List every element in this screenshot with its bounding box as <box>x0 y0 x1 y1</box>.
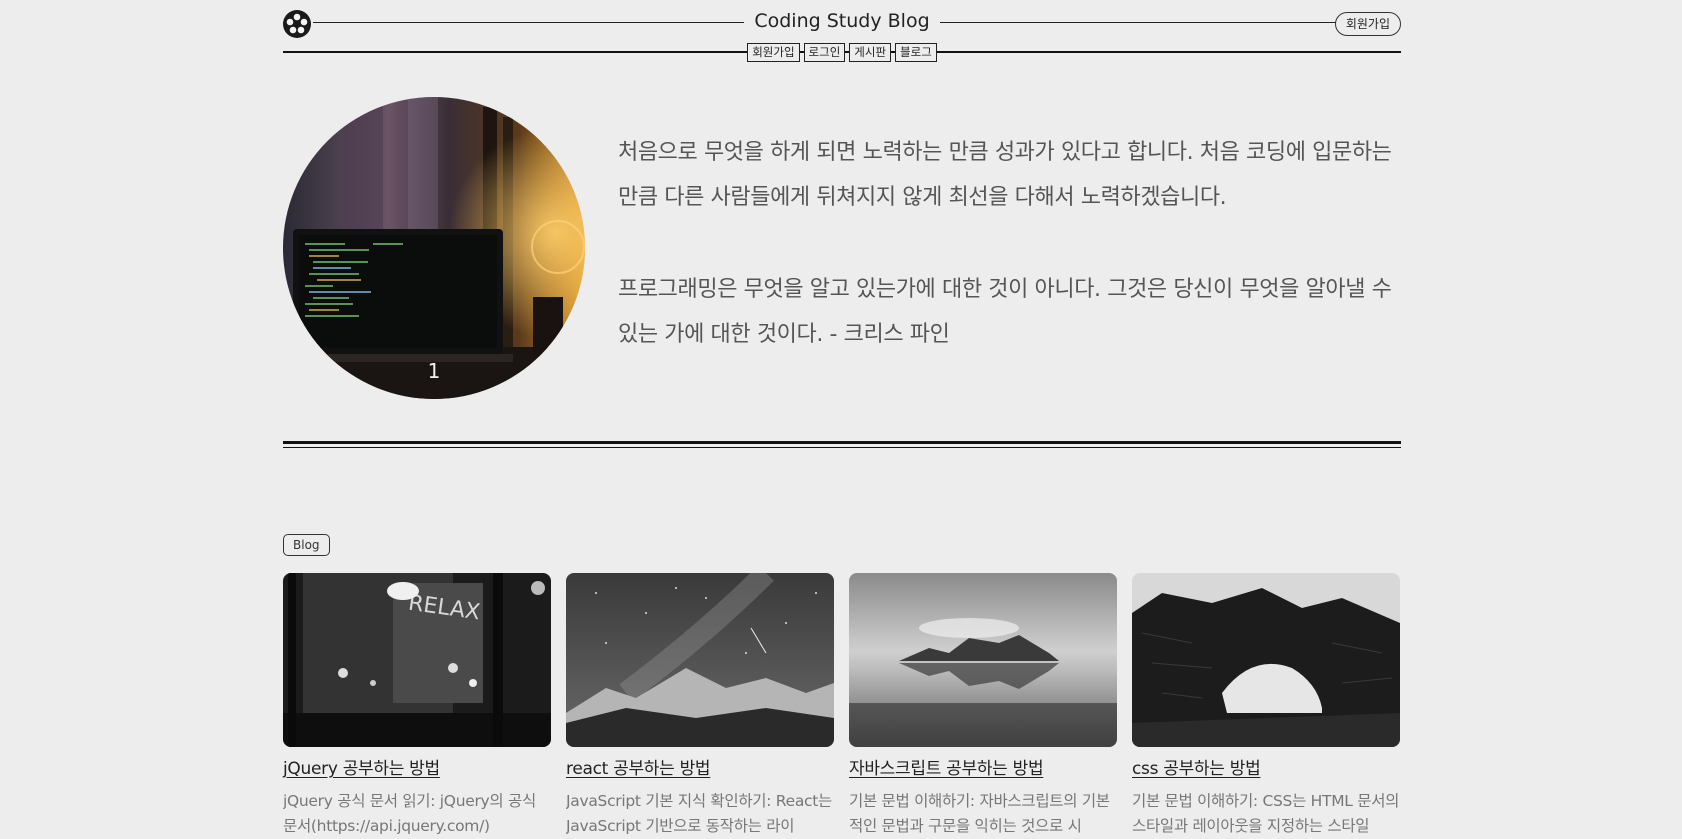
blog-card[interactable]: 자바스크립트 공부하는 방법 기본 문법 이해하기: 자바스크립트의 기본적인 … <box>849 573 1117 839</box>
section-divider-thick <box>283 441 1401 444</box>
blog-card-excerpt: JavaScript 기본 지식 확인하기: React는 JavaScript… <box>566 792 832 835</box>
blog-badge: Blog <box>283 534 330 556</box>
blog-card[interactable]: RELAX jQuery 공부하는 방법 jQuery 공식 문서 읽기: jQ… <box>283 573 551 839</box>
intro-paragraph: 처음으로 무엇을 하게 되면 노력하는 만큼 성과가 있다고 합니다. 처음 코… <box>618 140 1392 210</box>
nav-item-blog[interactable]: 블로그 <box>895 43 937 62</box>
quote-paragraph: 프로그래밍은 무엇을 알고 있는가에 대한 것이 아니다. 그것은 당신이 무엇… <box>618 277 1392 347</box>
nav-item-signup[interactable]: 회원가입 <box>747 43 800 62</box>
section-divider-thin <box>283 447 1401 448</box>
intro-text: 처음으로 무엇을 하게 되면 노력하는 만큼 성과가 있다고 합니다. 처음 코… <box>618 130 1401 404</box>
blog-card-excerpt: jQuery 공식 문서 읽기: jQuery의 공식 문서(https://a… <box>283 792 536 835</box>
blog-card-title[interactable]: 자바스크립트 공부하는 방법 <box>849 754 1117 779</box>
blog-card-excerpt: 기본 문법 이해하기: CSS는 HTML 문서의 스타일과 레이아웃을 지정하… <box>1132 792 1400 835</box>
page: Coding Study Blog 회원가입 회원가입 로그인 게시판 블로그 <box>283 0 1401 835</box>
laptop-photo <box>283 97 585 399</box>
slide-counter: 1 <box>427 359 441 383</box>
mountain-night-photo <box>566 573 834 747</box>
blog-card-title[interactable]: css 공부하는 방법 <box>1132 754 1400 779</box>
flower-logo-icon[interactable] <box>283 10 311 38</box>
site-header: Coding Study Blog 회원가입 회원가입 로그인 게시판 블로그 <box>283 0 1401 66</box>
blog-card[interactable]: react 공부하는 방법 JavaScript 기본 지식 확인하기: Rea… <box>566 573 834 839</box>
site-title: Coding Study Blog <box>283 10 1401 32</box>
nav-item-board[interactable]: 게시판 <box>849 43 892 62</box>
rock-arch-photo <box>1132 573 1400 747</box>
blog-card[interactable]: css 공부하는 방법 기본 문법 이해하기: CSS는 HTML 문서의 스타… <box>1132 573 1400 839</box>
signup-button[interactable]: 회원가입 <box>1334 12 1401 36</box>
blog-card-title[interactable]: jQuery 공부하는 방법 <box>283 754 551 779</box>
nav-item-login[interactable]: 로그인 <box>803 43 846 62</box>
blog-card-list: RELAX jQuery 공부하는 방법 jQuery 공식 문서 읽기: jQ… <box>283 573 1401 839</box>
blog-card-title[interactable]: react 공부하는 방법 <box>566 754 834 779</box>
site-title-text[interactable]: Coding Study Blog <box>744 10 940 32</box>
lake-mountain-photo <box>849 573 1117 747</box>
cafe-photo: RELAX <box>283 573 551 747</box>
main-nav: 회원가입 로그인 게시판 블로그 <box>283 43 1401 62</box>
blog-card-excerpt: 기본 문법 이해하기: 자바스크립트의 기본적인 문법과 구문을 익히는 것으로… <box>849 792 1110 835</box>
intro-slider[interactable]: 1 <box>283 97 585 399</box>
